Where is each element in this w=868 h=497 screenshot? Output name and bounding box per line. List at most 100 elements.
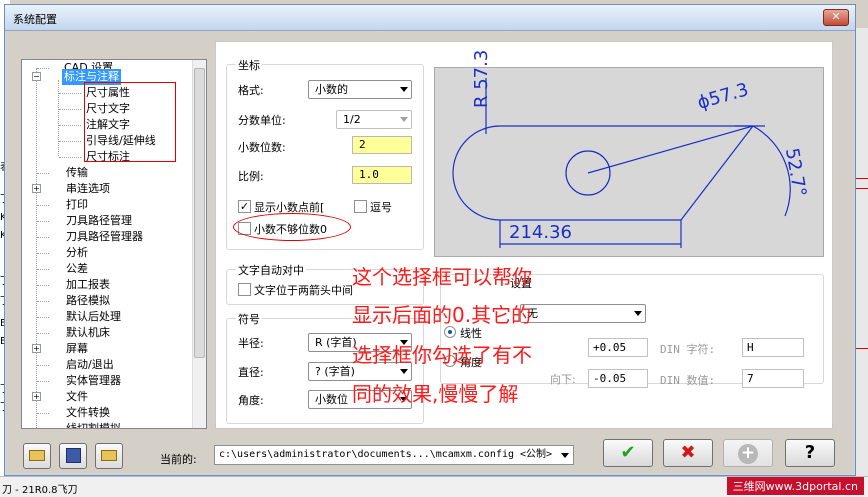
- din-value-input[interactable]: 7: [742, 369, 804, 388]
- help-button[interactable]: ?: [785, 439, 835, 467]
- tree-connector: [37, 205, 49, 206]
- text-center-group-label: 文字自动对中: [236, 262, 306, 278]
- tree-item-solids-manager[interactable]: 实体管理器: [66, 373, 121, 389]
- tree-item-toolpath-mgmt[interactable]: 刀具路径管理: [66, 213, 132, 229]
- window-title: 系统配置: [13, 13, 57, 26]
- text-between-arrows-checkbox[interactable]: [238, 283, 251, 296]
- text-between-arrows-label: 文字位于两箭头中间: [254, 284, 353, 297]
- tree-item-screen[interactable]: 屏幕: [66, 341, 88, 357]
- tolerance-mode-select[interactable]: 无: [520, 304, 646, 323]
- current-config-label: 当前的:: [160, 453, 197, 466]
- tree-expand-toggle[interactable]: +: [32, 392, 41, 401]
- tree-connector: [37, 285, 49, 286]
- annotation-line-3: 选择框你勾选了有不: [352, 343, 532, 367]
- tree-item-default-post[interactable]: 默认后处理: [66, 309, 121, 325]
- open-folder-button[interactable]: [23, 443, 51, 469]
- tree-connector: [37, 365, 49, 366]
- tree-connector: [37, 413, 49, 414]
- tree-connector: [59, 141, 81, 142]
- tree-scrollbar[interactable]: [192, 60, 206, 428]
- format-label: 格式:: [238, 84, 264, 97]
- tree-collapse-toggle[interactable]: −: [32, 72, 41, 81]
- annotation-line-1: 这个选择框可以帮你: [352, 265, 532, 289]
- plus-icon: +: [738, 444, 758, 464]
- comma-checkbox[interactable]: [354, 200, 367, 213]
- save-icon: [65, 448, 81, 463]
- format-select-value: 小数的: [315, 83, 348, 96]
- host-right-strip: [854, 28, 868, 497]
- lower-tolerance-label: 向下:: [550, 373, 576, 386]
- cancel-button[interactable]: ✖: [663, 439, 713, 467]
- host-drawing-mark: [854, 188, 868, 189]
- tree-expand-toggle[interactable]: +: [32, 184, 41, 193]
- tree-item-backplot[interactable]: 路径模拟: [66, 293, 110, 309]
- fraction-unit-label: 分数单位:: [238, 114, 286, 127]
- chevron-down-icon: [400, 87, 408, 92]
- tree-connector: [59, 157, 81, 158]
- din-value-label: DIN 数值:: [660, 374, 716, 387]
- tree-item-file-conversion[interactable]: 文件转换: [66, 405, 110, 421]
- tree-item-analysis[interactable]: 分析: [66, 245, 88, 261]
- din-char-input[interactable]: H: [742, 338, 804, 357]
- tree-item-dim-attributes[interactable]: 尺寸属性: [86, 85, 130, 101]
- tree-connector: [37, 317, 49, 318]
- tree-item-wire-sim[interactable]: 线切割模拟: [66, 421, 121, 428]
- annotation-line-2: 显示后面的0.其它的: [352, 303, 532, 327]
- ok-button[interactable]: ✔: [603, 439, 653, 467]
- tree-item-setup-sheet[interactable]: 加工报表: [66, 277, 110, 293]
- config-file-value: c:\users\administrator\documents...\mcam…: [219, 449, 553, 460]
- scale-input[interactable]: 1.0: [352, 166, 412, 184]
- symbols-group-label: 符号: [236, 311, 262, 327]
- tree-item-startup-exit[interactable]: 启动/退出: [66, 357, 114, 373]
- tree-connector: [37, 333, 49, 334]
- host-drawing-mark: [854, 178, 868, 179]
- tree-item-tolerance[interactable]: 公差: [66, 261, 88, 277]
- tree-item-print[interactable]: 打印: [66, 197, 88, 213]
- tree-scrollbar-thumb[interactable]: [194, 68, 205, 358]
- preview-length-text: 214.36: [509, 222, 572, 243]
- close-button[interactable]: ✕: [823, 9, 849, 26]
- tree-item-note-text[interactable]: 注解文字: [86, 117, 130, 133]
- tree-connector: [37, 221, 49, 222]
- add-button[interactable]: +: [723, 439, 773, 467]
- fraction-unit-select[interactable]: 1/2: [336, 110, 412, 129]
- decimal-places-label: 小数位数:: [238, 141, 286, 154]
- tree-item-toolpath-manager[interactable]: 刀具路径管理器: [66, 229, 143, 245]
- format-select[interactable]: 小数的: [308, 80, 412, 99]
- chevron-down-icon: [400, 117, 408, 122]
- tree-item-chaining[interactable]: 串连选项: [66, 181, 110, 197]
- watermark: 三维网www.3dportal.cn: [726, 477, 864, 495]
- tree-item-dim-text[interactable]: 尺寸文字: [86, 101, 130, 117]
- chevron-down-icon: [400, 369, 408, 374]
- tree-connector: [59, 93, 81, 94]
- tree-item-files[interactable]: 文件: [66, 389, 88, 405]
- tree-item-leaders[interactable]: 引导线/延伸线: [86, 133, 156, 149]
- settings-panel: 坐标 格式: 小数的 分数单位: 1/2 小数位数: 2 比例: 1.0 ✓ 显…: [215, 41, 833, 429]
- preview-radius-text: R 57.3: [471, 49, 492, 108]
- lower-tolerance-input[interactable]: -0.05: [588, 369, 648, 388]
- tree-expand-toggle[interactable]: +: [32, 344, 41, 353]
- diameter-select-value: ? (字首): [315, 365, 355, 378]
- chevron-down-icon: [634, 311, 642, 316]
- title-bar[interactable]: 系统配置 ✕: [5, 5, 855, 31]
- screen: 表 丁 K K 丁 丁 ES ES 丁 丁 刀 - 21R0.8飞刀 三维网ww…: [0, 0, 868, 497]
- tree-connector: [37, 269, 49, 270]
- config-file-select[interactable]: c:\users\administrator\documents...\mcam…: [214, 445, 574, 465]
- save-button[interactable]: [59, 443, 87, 469]
- scale-label: 比例:: [238, 170, 264, 183]
- checkmark-icon: ✔: [620, 442, 636, 463]
- system-config-dialog: 系统配置 ✕ CAD 设置 − 标注与注释 尺寸属性 尺寸文字 注解文字 引导线…: [4, 4, 856, 476]
- help-icon: ?: [804, 442, 816, 463]
- open-folder-icon: [29, 450, 45, 461]
- tree-item-transfer[interactable]: 传输: [66, 165, 88, 181]
- chevron-down-icon: [561, 453, 569, 458]
- merge-folder-button[interactable]: [95, 443, 123, 469]
- tree-connector: [59, 109, 81, 110]
- coords-group-label: 坐标: [236, 57, 262, 73]
- tree-item-default-machine[interactable]: 默认机床: [66, 325, 110, 341]
- tree-item-dimensioning[interactable]: 尺寸标注: [86, 149, 130, 165]
- show-leading-zero-checkbox[interactable]: ✓: [238, 200, 251, 213]
- upper-tolerance-input[interactable]: +0.05: [588, 338, 648, 357]
- dimension-preview: R 57.3 ϕ57.3 52.7° 214.36: [434, 50, 824, 257]
- decimal-places-input[interactable]: 2: [352, 136, 412, 154]
